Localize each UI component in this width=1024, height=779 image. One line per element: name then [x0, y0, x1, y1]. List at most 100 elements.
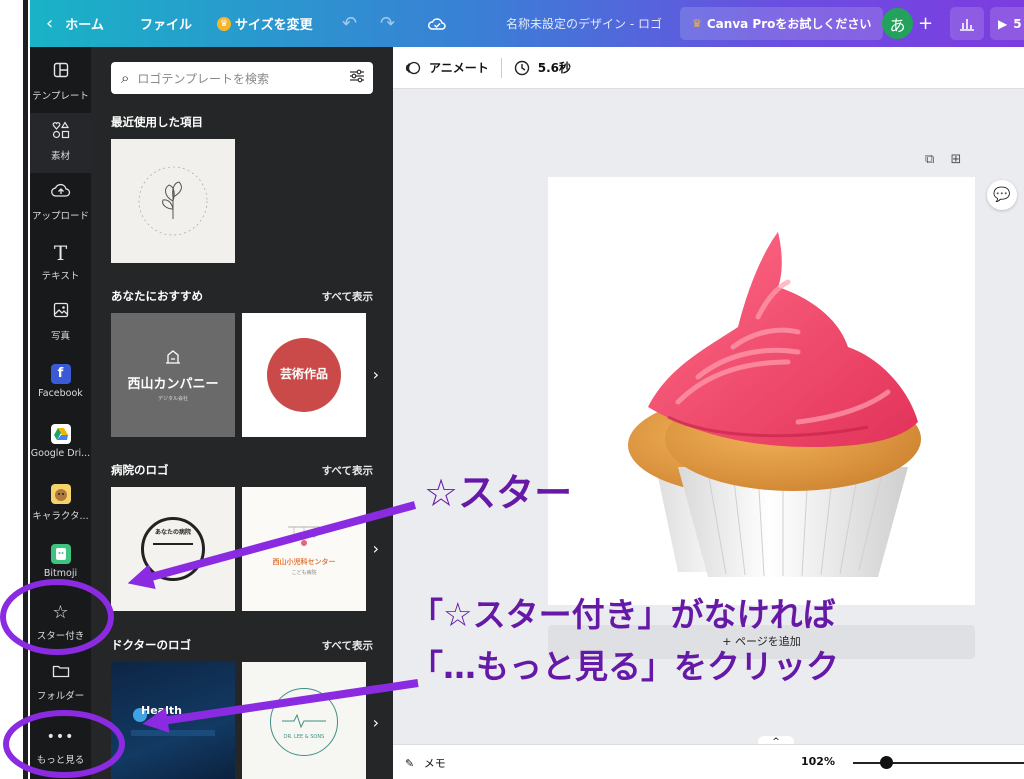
animate-button[interactable]: アニメート	[405, 59, 489, 76]
rail-item-more[interactable]: ••• もっと見る	[30, 717, 91, 777]
chevron-right-icon[interactable]: ›	[373, 539, 379, 558]
see-all-link[interactable]: すべて表示	[322, 638, 373, 653]
bitmoji-icon	[30, 541, 91, 565]
home-label: ホーム	[65, 18, 104, 33]
add-member-icon[interactable]: +	[910, 8, 941, 39]
annotation-line2: 「…もっと見る」をクリック	[410, 647, 839, 686]
template-thumbnail[interactable]: DR. LEE & SONS	[242, 662, 366, 779]
comment-icon[interactable]: 💬	[987, 180, 1017, 210]
template-thumbnail[interactable]	[111, 139, 235, 263]
thumbnail-subtitle: デジタル会社	[158, 396, 188, 402]
google-drive-icon	[30, 421, 91, 445]
annotation-line1: 「☆スター付き」がなければ	[410, 595, 836, 634]
thumbnail-title: 西山カンパニー	[127, 377, 219, 392]
search-placeholder: ロゴテンプレートを検索	[137, 71, 270, 86]
cupcake-image	[628, 232, 921, 577]
chevron-right-icon[interactable]: ›	[373, 713, 379, 732]
rail-item-starred[interactable]: ☆ スター付き	[30, 593, 91, 653]
elements-icon	[30, 121, 91, 145]
play-icon: ▶	[998, 16, 1008, 31]
resize-label: サイズを変更	[235, 18, 313, 33]
present-button[interactable]: ▶ 5	[990, 7, 1024, 40]
editor-footer: ✎ メモ 102%	[393, 744, 1024, 779]
rail-item-bitmoji[interactable]: Bitmoji	[30, 533, 91, 593]
top-bar: ‹ ホーム ファイル ♛ サイズを変更 ↶ ↷ 名称未設定のデザイン - ロゴ …	[30, 0, 1024, 47]
zoom-slider[interactable]	[853, 762, 1024, 764]
zoom-slider-handle[interactable]	[880, 756, 893, 769]
rail-item-character[interactable]: キャラクタ...	[30, 473, 91, 533]
template-thumbnail[interactable]: Health	[111, 662, 235, 779]
rail-label: Bitmoji	[43, 568, 78, 579]
photo-icon	[30, 301, 91, 325]
notes-label: メモ	[423, 757, 446, 770]
window-edge	[0, 0, 30, 779]
rail-label: Google Dri...	[30, 448, 91, 459]
recommend-section-title: あなたにおすすめ	[111, 289, 203, 303]
template-icon	[30, 61, 91, 85]
rail-label: 写真	[50, 331, 70, 342]
animate-icon	[405, 61, 421, 74]
rail-item-photos[interactable]: 写真	[30, 293, 91, 353]
rail-label: もっと見る	[36, 755, 85, 766]
home-button[interactable]: ‹ ホーム	[46, 0, 104, 47]
hospital-section-title: 病院のロゴ	[111, 463, 169, 477]
animate-label: アニメート	[429, 61, 489, 75]
notes-button[interactable]: ✎ メモ	[405, 755, 446, 771]
rail-label: キャラクタ...	[32, 511, 89, 522]
thumbnail-title: 西山小児科センター	[272, 558, 336, 566]
thumbnail-subtitle: こども病院	[291, 570, 317, 576]
resize-button[interactable]: ♛ サイズを変更	[217, 0, 313, 47]
template-thumbnail[interactable]: 西山小児科センター こども病院	[242, 487, 366, 611]
rail-item-uploads[interactable]: アップロード	[30, 173, 91, 233]
see-all-link[interactable]: すべて表示	[322, 289, 373, 304]
thumbnail-title: 芸術作品	[279, 367, 328, 381]
doctor-section-title: ドクターのロゴ	[111, 638, 192, 652]
template-thumbnail[interactable]: あなたの病院	[111, 487, 235, 611]
try-pro-button[interactable]: ♛ Canva Proをお試しください	[680, 7, 884, 40]
search-input[interactable]: ⌕ ロゴテンプレートを検索	[111, 62, 373, 94]
file-menu-button[interactable]: ファイル	[140, 0, 192, 47]
add-page-icon[interactable]: ⊞	[950, 152, 961, 167]
star-icon: ☆	[52, 602, 69, 623]
rail-label: Facebook	[38, 388, 83, 399]
design-canvas[interactable]	[548, 177, 975, 605]
filter-icon[interactable]	[349, 69, 365, 87]
redo-icon[interactable]: ↷	[380, 0, 395, 47]
rail-item-templates[interactable]: テンプレート	[30, 53, 91, 113]
side-rail: テンプレート 素材 アップロード T テキスト 写真 f Facebook Go…	[30, 47, 91, 779]
rail-item-facebook[interactable]: f Facebook	[30, 353, 91, 413]
crown-icon: ♛	[692, 17, 702, 30]
annotation-star: ☆スター	[424, 471, 573, 515]
template-thumbnail[interactable]: 西山カンパニー デジタル会社	[111, 313, 235, 437]
logo-mark-icon	[166, 350, 180, 364]
recent-section-title: 最近使用した項目	[111, 115, 203, 129]
rail-item-folders[interactable]: フォルダー	[30, 653, 91, 713]
zoom-level[interactable]: 102%	[801, 755, 835, 768]
present-label: 5	[1013, 16, 1022, 31]
chevron-right-icon[interactable]: ›	[373, 365, 379, 384]
thumbnail-title: DR. LEE & SONS	[283, 734, 325, 740]
crown-icon: ♛	[217, 16, 231, 31]
rail-item-elements[interactable]: 素材	[30, 113, 91, 173]
rail-label: テキスト	[41, 271, 80, 282]
rail-label: スター付き	[36, 631, 85, 642]
text-icon: T	[53, 241, 68, 265]
rail-item-text[interactable]: T テキスト	[30, 233, 91, 293]
rail-item-google-drive[interactable]: Google Dri...	[30, 413, 91, 473]
duration-button[interactable]: 5.6秒	[514, 59, 571, 76]
cloud-saved-icon[interactable]	[428, 0, 446, 47]
chevron-left-icon: ‹	[46, 13, 54, 34]
upload-icon	[30, 181, 91, 205]
undo-icon[interactable]: ↶	[342, 0, 357, 47]
facebook-icon: f	[30, 361, 91, 385]
avatar[interactable]: あ	[882, 8, 913, 39]
design-title[interactable]: 名称未設定のデザイン - ロゴ	[506, 0, 662, 47]
rail-label: 素材	[50, 151, 70, 162]
see-all-link[interactable]: すべて表示	[322, 463, 373, 478]
screen: ‹ ホーム ファイル ♛ サイズを変更 ↶ ↷ 名称未設定のデザイン - ロゴ …	[0, 0, 1024, 779]
template-thumbnail[interactable]: 芸術作品	[242, 313, 366, 437]
insights-icon[interactable]	[950, 7, 984, 40]
rail-label: フォルダー	[36, 691, 85, 702]
clock-icon	[514, 60, 529, 75]
duplicate-page-icon[interactable]: ⧉	[925, 152, 934, 167]
